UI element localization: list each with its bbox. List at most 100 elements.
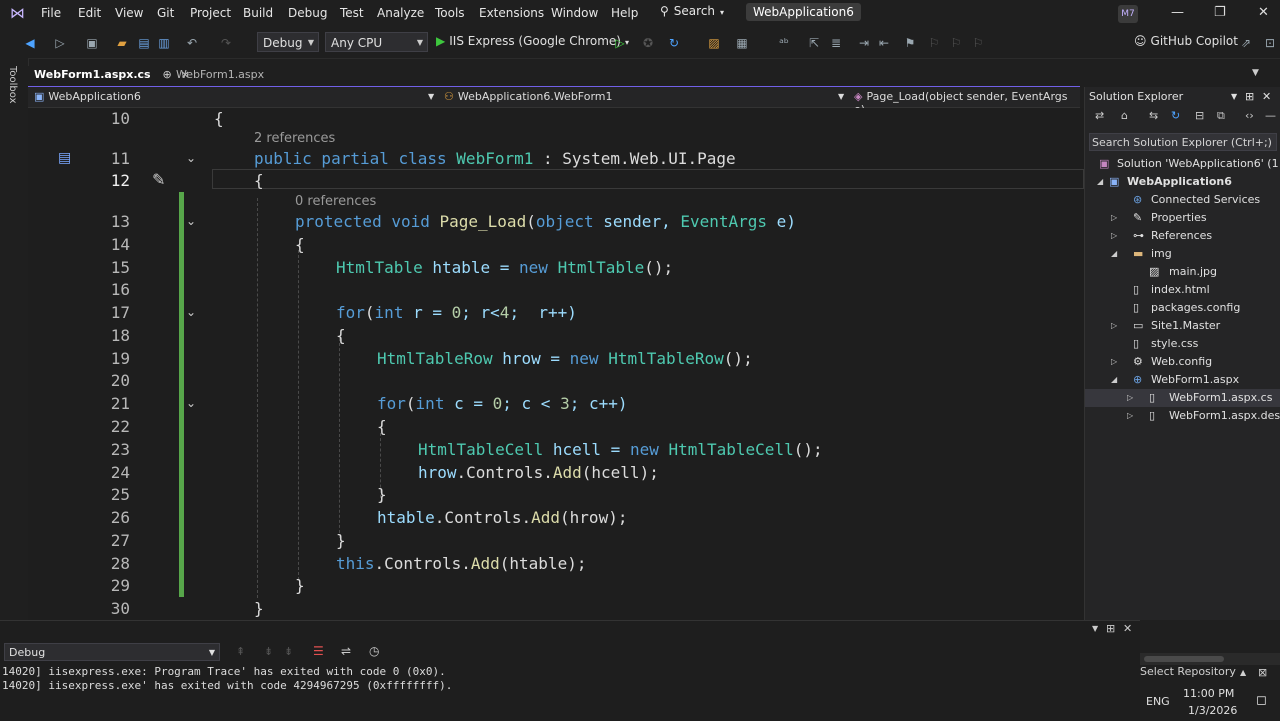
dropdown-icon[interactable]: ▼ [1092,624,1098,633]
menu-extensions[interactable]: Extensions [479,6,544,20]
new-item-icon[interactable]: ▣ [84,35,100,51]
tree-item-references[interactable]: ▷ ⊶ References [1085,227,1280,245]
output-source-dropdown[interactable]: Debug ▼ [4,643,220,661]
show-all-icon[interactable]: ⧉ [1217,109,1225,123]
clear-bookmarks-icon[interactable]: ⚐ [970,35,986,51]
menu-window[interactable]: Window [551,6,598,20]
save-icon[interactable]: ▤ [136,35,152,51]
redo-icon[interactable]: ↷ [218,35,234,51]
menu-file[interactable]: File [41,6,61,20]
dropdown-icon[interactable]: ▼ [1231,87,1237,107]
menu-test[interactable]: Test [340,6,364,20]
chevron-down-icon[interactable]: ▼ [838,92,844,101]
clear-all-icon[interactable]: ☰ [313,644,324,658]
next-bookmark-icon[interactable]: ⚐ [948,35,964,51]
horizontal-scrollbar[interactable] [1140,653,1280,665]
tree-item-site1-master[interactable]: ▷ ▭ Site1.Master [1085,317,1280,335]
expand-icon[interactable]: ▷ [1111,209,1117,227]
browser-link-icon[interactable]: ▨ [706,35,722,51]
project-dropdown[interactable]: ▣ WebApplication6 [34,90,141,103]
collapse-all-icon[interactable]: ⊟ [1195,109,1204,122]
tree-item-webform1-designer[interactable]: ▷ ▯ WebForm1.aspx.designer.cs [1085,407,1280,425]
goto-prev-icon[interactable]: ⇞ [236,645,245,658]
tree-item-project[interactable]: ◢ ▣ WebApplication6 [1085,173,1280,191]
tab-overflow-icon[interactable]: ▼ [1252,68,1259,78]
pin-icon[interactable]: ⊞ [1245,87,1254,107]
collapse-icon[interactable]: ⌄ [186,396,196,410]
share-icon[interactable]: ⇗ [1238,35,1254,51]
sync-icon[interactable]: ⇄ [1095,109,1104,122]
vs-logo-icon[interactable]: ⋈ [10,4,25,22]
solution-search-input[interactable]: Search Solution Explorer (Ctrl+;) [1089,133,1277,151]
tree-item-style-css[interactable]: ▯ style.css [1085,335,1280,353]
expand-icon[interactable]: ▷ [1127,389,1133,407]
codelens-references[interactable]: 2 references [254,131,335,146]
search-button[interactable]: ⚲ Search ▾ [660,4,724,24]
github-copilot-button[interactable]: ☺ GitHub Copilot [1134,34,1238,48]
minimize-icon[interactable]: — [1171,5,1184,20]
notification-icon[interactable]: ⊠ [1258,666,1267,679]
close-icon[interactable]: ✕ [1258,5,1269,20]
indent-icon[interactable]: ⇥ [856,35,872,51]
clock-icon[interactable]: ◷ [369,644,379,658]
select-repository-button[interactable]: Select Repository ▲ [1140,665,1246,678]
word-wrap-icon[interactable]: ⇌ [341,644,351,658]
platform-dropdown[interactable]: Any CPU ▼ [325,32,428,52]
expand-icon[interactable]: ◢ [1111,371,1117,389]
quick-actions-icon[interactable]: ▤ [58,150,71,166]
menu-git[interactable]: Git [157,6,174,20]
code-editor[interactable]: ▤ ✎ 10 11 12 13 14 15 16 17 18 19 20 21 … [28,108,1084,620]
switch-views-icon[interactable]: ⇆ [1149,109,1158,122]
menu-help[interactable]: Help [611,6,638,20]
tree-item-solution[interactable]: ▣ Solution 'WebApplication6' (1 of 1 proj… [1085,155,1280,173]
hot-reload-icon[interactable]: ✪ [640,35,656,51]
codelens-references[interactable]: 0 references [295,194,376,209]
tree-item-web-config[interactable]: ▷ ⚙ Web.config [1085,353,1280,371]
tree-item-webform1-aspx[interactable]: ◢ ⊕ WebForm1.aspx [1085,371,1280,389]
preview-icon[interactable]: ‹› [1245,109,1254,122]
layout-icon[interactable]: ▦ [734,35,750,51]
collapse-icon[interactable]: ⌄ [186,151,196,165]
configuration-dropdown[interactable]: Debug ▼ [257,32,319,52]
undo-icon[interactable]: ↶ [184,35,200,51]
expand-icon[interactable]: ▷ [1111,317,1117,335]
menu-tools[interactable]: Tools [435,6,465,20]
save-all-icon[interactable]: ▥ [156,35,172,51]
menu-debug[interactable]: Debug [288,6,327,20]
goto-next-icon[interactable]: ⇟ [264,645,273,658]
brush-icon[interactable]: ✎ [152,170,165,189]
format-icon[interactable]: ≣ [828,35,844,51]
clock-time[interactable]: 11:00 PM [1183,687,1234,700]
expand-icon[interactable]: ◢ [1111,245,1117,263]
tab-webform1-aspx[interactable]: WebForm1.aspx [170,66,270,86]
expand-icon[interactable]: ◢ [1097,173,1103,191]
menu-edit[interactable]: Edit [78,6,101,20]
tree-item-index-html[interactable]: ▯ index.html [1085,281,1280,299]
more-icon[interactable]: — [1265,109,1276,122]
menu-analyze[interactable]: Analyze [377,6,424,20]
menu-view[interactable]: View [115,6,143,20]
language-indicator[interactable]: ENG [1146,695,1170,708]
refresh-icon[interactable]: ↻ [666,35,682,51]
tree-item-main-jpg[interactable]: ▨ main.jpg [1085,263,1280,281]
step-icon[interactable]: ⇱ [806,35,822,51]
collapse-icon[interactable]: ⌄ [186,214,196,228]
feedback-icon[interactable]: ⊡ [1262,35,1278,51]
expand-icon[interactable]: ▷ [1127,407,1133,425]
tree-item-packages-config[interactable]: ▯ packages.config [1085,299,1280,317]
close-icon[interactable]: ✕ [1123,622,1132,635]
avatar[interactable]: M7 [1118,5,1138,23]
refresh-icon[interactable]: ↻ [1171,109,1180,122]
notification-bell-icon[interactable]: ◻ [1256,693,1267,708]
toolbox-tab[interactable]: Toolbox [7,66,18,104]
restore-icon[interactable]: ❐ [1214,5,1226,20]
prev-bookmark-icon[interactable]: ⚐ [926,35,942,51]
home-icon[interactable]: ⌂ [1121,109,1128,122]
forward-icon[interactable]: ▷ [52,35,68,51]
menu-build[interactable]: Build [243,6,273,20]
expand-icon[interactable]: ▷ [1111,227,1117,245]
scrollbar-thumb[interactable] [1144,656,1224,662]
expand-icon[interactable]: ▷ [1111,353,1117,371]
class-dropdown[interactable]: ⚇ WebApplication6.WebForm1 [444,90,613,103]
goto-last-icon[interactable]: ⇟ [284,645,293,658]
